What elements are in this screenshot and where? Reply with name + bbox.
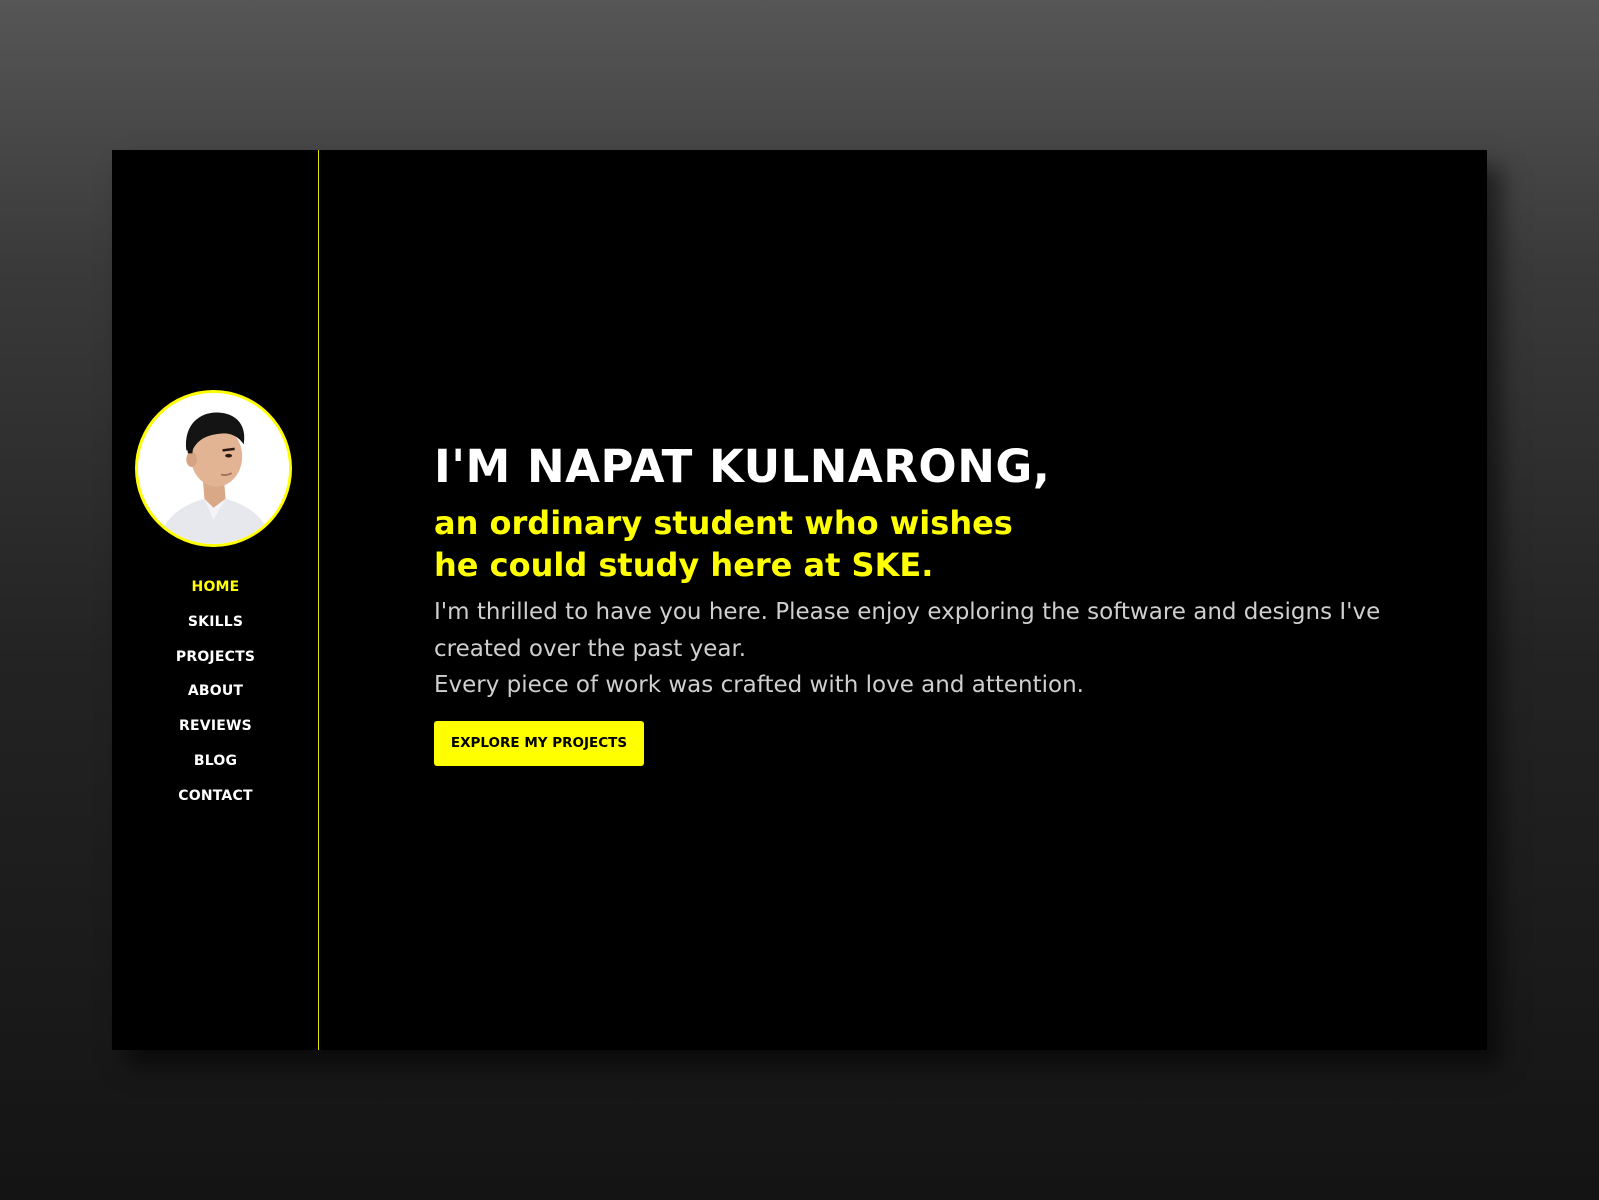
nav-item-home[interactable]: HOME (112, 570, 319, 605)
nav-item-skills[interactable]: SKILLS (112, 605, 319, 640)
profile-photo-icon (138, 393, 289, 544)
hero-subtitle-line1: an ordinary student who wishes (434, 504, 1013, 542)
avatar (135, 390, 292, 547)
hero-title: I'M NAPAT KULNARONG, (434, 440, 1051, 493)
nav-item-reviews[interactable]: REVIEWS (112, 709, 319, 744)
hero-subtitle-line2: he could study here at SKE. (434, 546, 934, 584)
browser-viewport: HOME SKILLS PROJECTS ABOUT REVIEWS BLOG … (112, 150, 1487, 1050)
main-nav: HOME SKILLS PROJECTS ABOUT REVIEWS BLOG … (112, 570, 319, 814)
hero-description: I'm thrilled to have you here. Please en… (434, 594, 1434, 704)
explore-projects-button[interactable]: EXPLORE MY PROJECTS (434, 720, 644, 766)
hero-desc-line3: Every piece of work was crafted with lov… (434, 672, 1084, 698)
nav-item-blog[interactable]: BLOG (112, 744, 319, 779)
nav-item-about[interactable]: ABOUT (112, 674, 319, 709)
sidebar: HOME SKILLS PROJECTS ABOUT REVIEWS BLOG … (112, 150, 319, 1050)
hero-subtitle: an ordinary student who wishes he could … (434, 502, 1434, 586)
hero-desc-line2: created over the past year. (434, 635, 747, 662)
nav-item-projects[interactable]: PROJECTS (112, 640, 319, 675)
hero-section: I'M NAPAT KULNARONG, an ordinary student… (434, 440, 1434, 766)
nav-item-contact[interactable]: CONTACT (112, 779, 319, 814)
hero-desc-line1: I'm thrilled to have you here. Please en… (434, 599, 1381, 625)
